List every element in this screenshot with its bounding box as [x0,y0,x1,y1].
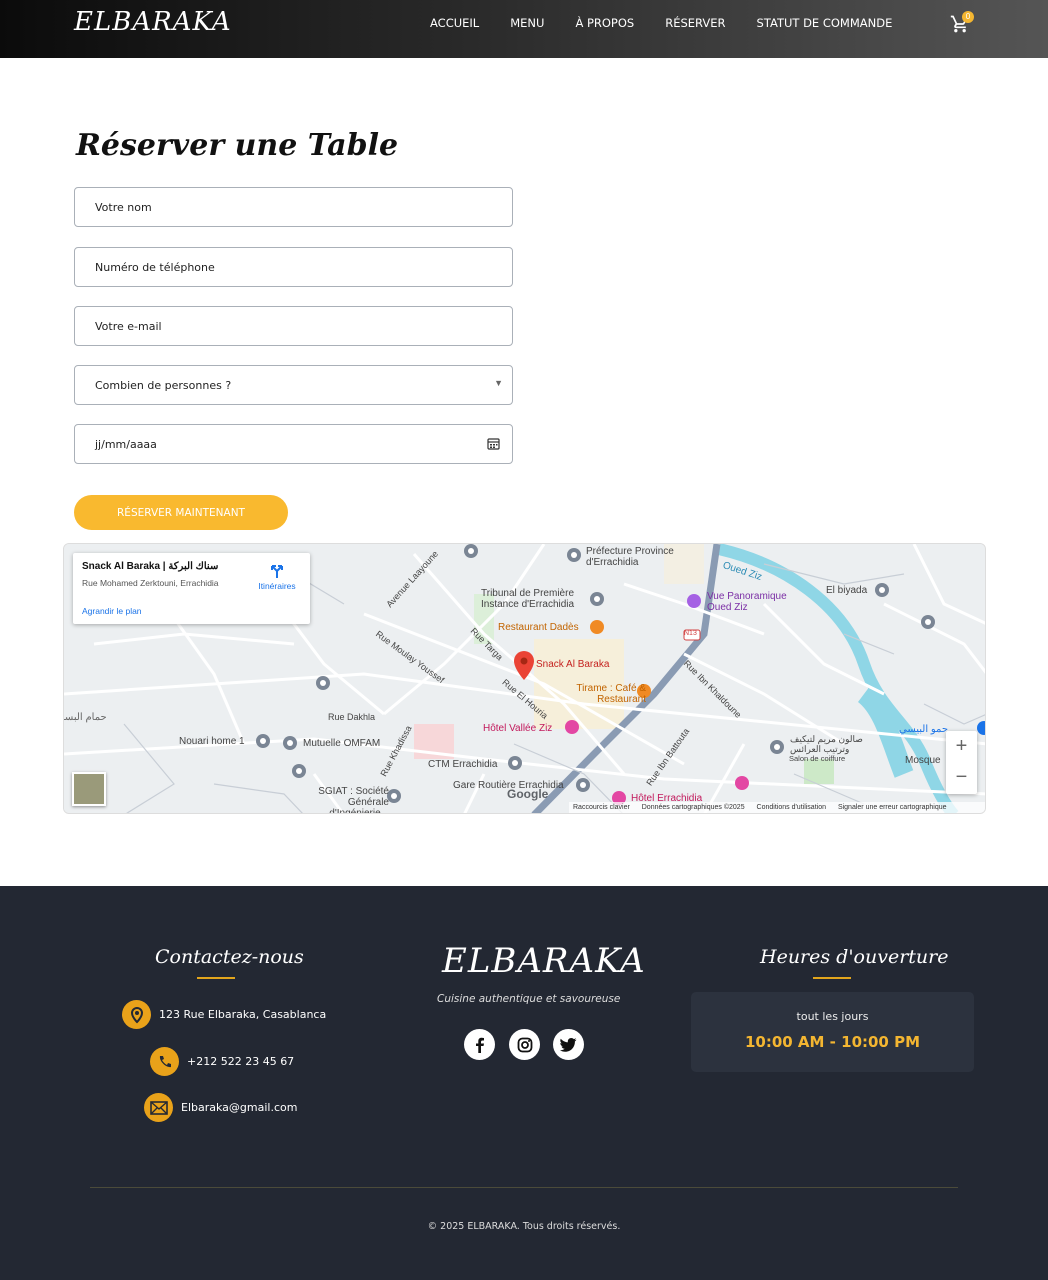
nav-accueil[interactable]: ACCUEIL [430,16,479,30]
google-logo: Google [507,787,549,801]
footer-divider [90,1187,958,1188]
directions-button[interactable]: Itinéraires [253,563,301,591]
chevron-down-icon: ▼ [494,378,503,388]
map-label-vallee: Hôtel Vallée Ziz [483,723,553,734]
copyright-text: © 2025 ELBARAKA. Tous droits réservés. [427,1221,621,1232]
location-icon [122,1000,151,1029]
contact-email: Elbaraka@gmail.com [144,1093,297,1122]
place-address: Rue Mohamed Zerktouni, Errachidia [82,578,219,588]
contact-address-text: 123 Rue Elbaraka, Casablanca [159,1008,327,1021]
email-input[interactable] [74,306,513,346]
site-header: ELBARAKA ACCUEIL MENU À PROPOS RÉSERVER … [0,0,1048,58]
nav-a-propos[interactable]: À PROPOS [575,16,634,30]
hours-underline [813,977,851,979]
instagram-icon[interactable] [509,1029,540,1060]
map-label-tribunal: Tribunal de Première Instance d'Errachid… [481,588,575,610]
map-label-dades: Restaurant Dadès [498,622,579,633]
cart-count-badge: 0 [962,11,974,23]
hours-box: tout les jours 10:00 AM - 10:00 PM [691,992,974,1072]
calendar-icon[interactable] [487,437,500,450]
reserve-now-button[interactable]: RÉSERVER MAINTENANT [74,495,288,530]
guests-select-value: Combien de personnes ? [95,379,232,392]
map-label-arabic-salon: صالون مريم لتيكيف وترتيب العرائس [790,734,863,754]
nav-statut-commande[interactable]: STATUT DE COMMANDE [757,16,893,30]
place-name: Snack Al Baraka | سناك البركة [82,561,219,572]
name-input[interactable] [74,187,513,227]
hours-days: tout les jours [796,1010,869,1023]
nav-menu[interactable]: MENU [510,16,544,30]
phone-input[interactable] [74,247,513,287]
page-title: Réserver une Table [76,128,399,163]
map-label-ctm: CTM Errachidia [428,759,498,770]
contact-phone: +212 522 23 45 67 [150,1047,294,1076]
map-label-sgiat: SGIAT : Société Générale d'Ingénierie... [318,786,389,814]
contact-email-text[interactable]: Elbaraka@gmail.com [181,1101,297,1114]
directions-icon [271,565,283,578]
phone-icon [150,1047,179,1076]
site-logo[interactable]: ELBARAKA [74,7,232,37]
main-nav: ACCUEIL MENU À PROPOS RÉSERVER STATUT DE… [430,16,923,30]
footer-tagline: Cuisine authentique et savoureuse [437,993,621,1005]
facebook-icon[interactable] [464,1029,495,1060]
report-error-link[interactable]: Signaler une erreur cartographique [838,804,947,811]
mail-icon [144,1093,173,1122]
hours-title: Heures d'ouverture [760,946,949,968]
contact-title: Contactez-nous [155,946,304,968]
map-label-hammam: حمام البسـ [63,712,107,723]
contact-address: 123 Rue Elbaraka, Casablanca [122,1000,326,1029]
map-label-snack: Snack Al Baraka [536,659,610,670]
place-info-card: Snack Al Baraka | سناك البركة Rue Mohame… [73,553,310,624]
hours-time: 10:00 AM - 10:00 PM [744,1033,921,1051]
map-label-tirame: Tirame : Café & Restaurant [576,683,646,705]
map-label-rue-dakhla: Rue Dakhla [328,712,376,722]
date-input-value: jj/mm/aaaa [95,438,157,451]
satellite-toggle[interactable] [72,772,106,806]
zoom-in-button[interactable]: + [946,731,977,762]
zoom-out-button[interactable]: − [946,762,977,793]
map-label-mutuelle: Mutuelle OMFAM [303,738,381,749]
google-map[interactable]: Préfecture Province d'Errachidia Tribuna… [63,543,986,814]
map-label-nouari: Nouari home 1 [179,736,245,747]
map-attribution: Raccourcis clavier Données cartographiqu… [569,802,985,813]
directions-label: Itinéraires [258,581,296,591]
map-label-salon: Salon de coiffure [789,754,846,763]
footer-brand: ELBARAKA [442,941,646,981]
guests-select[interactable]: Combien de personnes ? ▼ [74,365,513,405]
map-zoom-controls: + − [946,731,977,794]
map-label-prefecture: Préfecture Province d'Errachidia [586,546,674,568]
contact-phone-text[interactable]: +212 522 23 45 67 [187,1055,294,1068]
twitter-icon[interactable] [553,1029,584,1060]
map-label-mosque: Mosque [905,755,941,766]
keyboard-shortcuts-link[interactable]: Raccourcis clavier [573,804,630,811]
map-label-el-biyada: El biyada [826,585,868,596]
map-label-vue: Vue Panoramique Oued Ziz [707,591,787,613]
map-data-text: Données cartographiques ©2025 [641,804,745,811]
map-label-n13: N13 [684,630,697,637]
enlarge-map-link[interactable]: Agrandir le plan [82,606,142,616]
date-input[interactable]: jj/mm/aaaa [74,424,513,464]
contact-underline [197,977,235,979]
terms-link[interactable]: Conditions d'utilisation [757,804,826,811]
nav-reserver[interactable]: RÉSERVER [665,16,725,30]
